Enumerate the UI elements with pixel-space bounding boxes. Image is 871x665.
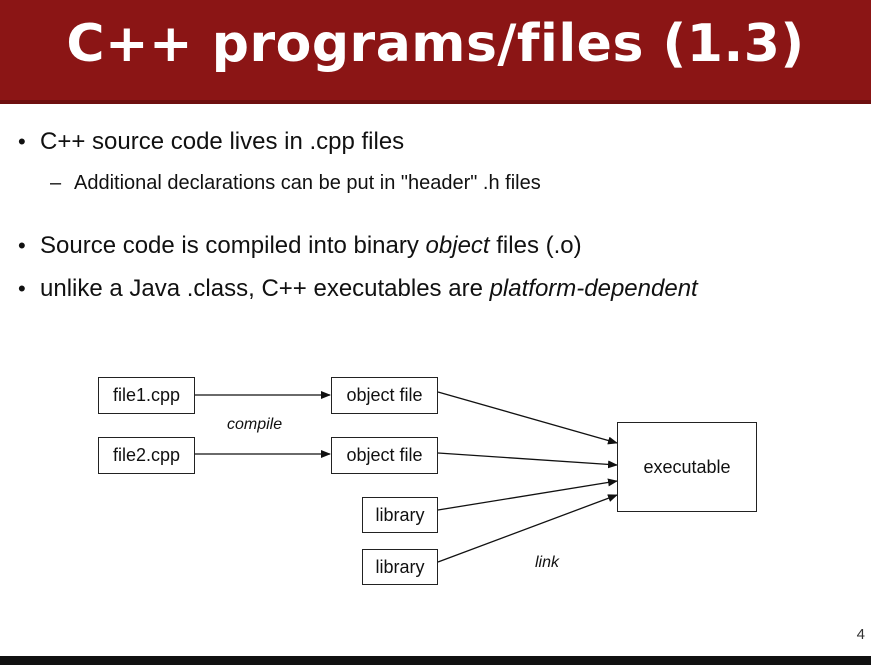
source-file-box-1: file1.cpp xyxy=(98,377,195,414)
link-label: link xyxy=(535,554,560,571)
bottom-bar xyxy=(0,656,871,665)
arrow-object1-to-executable xyxy=(437,391,618,445)
page-number: 4 xyxy=(856,626,865,643)
library-box-1: library xyxy=(362,497,438,533)
executable-box: executable xyxy=(617,422,757,512)
source-file-box-2: file2.cpp xyxy=(98,437,195,474)
arrow-object2-to-executable xyxy=(437,452,618,469)
library-box-2: library xyxy=(362,549,438,585)
compile-label: compile xyxy=(227,416,283,433)
object-file-box-2: object file xyxy=(331,437,438,474)
object-file-box-1: object file xyxy=(331,377,438,414)
